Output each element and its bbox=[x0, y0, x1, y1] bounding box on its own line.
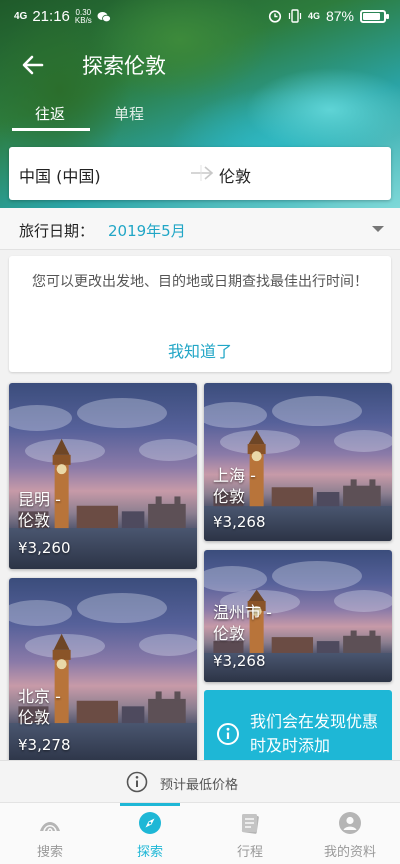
nav-label: 探索 bbox=[136, 845, 163, 860]
deal-price: ¥3,268 bbox=[213, 652, 266, 670]
skyline-shape bbox=[56, 464, 67, 475]
skyline-shape bbox=[343, 485, 381, 507]
nav-item-search[interactable]: 搜索 bbox=[0, 803, 100, 864]
skyline-shape bbox=[56, 659, 67, 670]
notify-card[interactable]: 我们会在发现优惠时及时添加 bbox=[204, 690, 392, 766]
profile-icon bbox=[339, 812, 361, 834]
deal-origin: 昆明 - bbox=[18, 490, 61, 509]
nav-item-profile[interactable]: 我的资料 bbox=[300, 803, 400, 864]
deal-card-wenzhou[interactable]: 温州市 - 伦敦 ¥3,268 bbox=[204, 550, 392, 682]
route-card: 中国 (中国) 伦敦 bbox=[9, 147, 391, 200]
deal-destination: 伦敦 bbox=[18, 511, 51, 530]
deal-destination: 伦敦 bbox=[18, 708, 51, 727]
skyline-shape bbox=[369, 479, 376, 488]
battery-fill bbox=[363, 12, 381, 20]
bottom-navigation: 搜索 探索 行程 我的资料 bbox=[0, 802, 400, 864]
destination-field[interactable]: 伦敦 bbox=[219, 163, 251, 187]
skyline-shape bbox=[251, 451, 262, 462]
trips-icon bbox=[241, 814, 259, 834]
status-bar: 4G 21:16 0.30 KB/s 4G 87% bbox=[0, 0, 400, 34]
skyline-shape bbox=[343, 635, 381, 653]
skyline-shape bbox=[53, 438, 70, 455]
info-icon bbox=[217, 723, 239, 745]
route-arrow-icon bbox=[191, 165, 214, 181]
got-it-button[interactable]: 我知道了 bbox=[9, 338, 391, 362]
travel-date-label: 旅行日期： bbox=[19, 222, 95, 240]
skyline-shape bbox=[76, 505, 119, 529]
skyline-shape bbox=[248, 430, 265, 445]
clock: 21:16 bbox=[32, 8, 70, 25]
deal-origin: 温州市 - bbox=[213, 603, 272, 622]
tip-card: 您可以更改出发地、目的地或日期查找最佳出行时间！ 我知道了 bbox=[9, 256, 391, 372]
deal-price: ¥3,278 bbox=[18, 736, 71, 754]
skyline-shape bbox=[350, 479, 357, 488]
deal-card-kunming[interactable]: 昆明 - 伦敦 ¥3,260 bbox=[9, 383, 197, 569]
skyline-shape bbox=[174, 496, 181, 506]
deal-route-label: 北京 - 伦敦 bbox=[18, 686, 61, 728]
battery-icon bbox=[360, 9, 389, 23]
skyline-shape bbox=[155, 691, 162, 701]
deal-price: ¥3,260 bbox=[18, 539, 71, 557]
deal-destination: 伦敦 bbox=[213, 624, 246, 643]
tab-roundtrip[interactable]: 往返 bbox=[35, 103, 65, 124]
skyline-shape bbox=[148, 503, 186, 529]
skyline-shape bbox=[52, 649, 71, 660]
deal-origin: 上海 - bbox=[213, 466, 256, 485]
skyline-shape bbox=[52, 454, 71, 465]
skyline-shape bbox=[155, 496, 162, 506]
battery-percent: 87% bbox=[325, 8, 354, 24]
compass-icon bbox=[139, 812, 161, 834]
skyline-shape bbox=[76, 700, 119, 724]
wechat-icon bbox=[97, 11, 111, 22]
skyline-shape bbox=[350, 630, 357, 638]
signal-indicator: 4G bbox=[14, 11, 28, 22]
skyline-shape bbox=[271, 487, 314, 507]
signal-indicator-right: 4G bbox=[307, 11, 320, 21]
skyline-shape bbox=[316, 641, 340, 653]
deal-origin: 北京 - bbox=[18, 687, 61, 706]
skyline-shape bbox=[174, 691, 181, 701]
deal-card-beijing[interactable]: 北京 - 伦敦 ¥3,278 bbox=[9, 578, 197, 764]
alarm-icon bbox=[268, 10, 282, 23]
back-button[interactable] bbox=[18, 50, 48, 80]
nav-item-trips[interactable]: 行程 bbox=[200, 803, 300, 864]
tab-one-way[interactable]: 单程 bbox=[114, 103, 144, 124]
deal-route-label: 昆明 - 伦敦 bbox=[18, 489, 61, 531]
status-bar-left: 4G 21:16 0.30 KB/s bbox=[14, 8, 111, 25]
travel-date-selector[interactable]: 旅行日期： 2019年5月 bbox=[0, 208, 400, 250]
skyline-shape bbox=[121, 511, 145, 529]
page-title: 探索伦敦 bbox=[82, 54, 166, 78]
network-speed: 0.30 KB/s bbox=[74, 8, 92, 25]
skyline-shape bbox=[369, 630, 376, 638]
nav-label: 搜索 bbox=[36, 845, 63, 860]
nav-label: 我的资料 bbox=[323, 845, 376, 860]
network-speed-unit: KB/s bbox=[74, 15, 92, 25]
skyline-shape bbox=[248, 589, 265, 602]
nav-label: 行程 bbox=[236, 845, 263, 860]
deal-card-shanghai[interactable]: 上海 - 伦敦 ¥3,268 bbox=[204, 383, 392, 541]
price-estimate-text: 预计最低价格 bbox=[160, 778, 239, 793]
price-estimate-bar: 预计最低价格 bbox=[0, 760, 400, 802]
origin-field[interactable]: 中国 (中国) bbox=[19, 163, 101, 187]
caret-down-icon bbox=[372, 226, 384, 232]
vibrate-icon bbox=[288, 9, 302, 23]
search-wifi-icon bbox=[40, 822, 60, 832]
status-bar-right: 4G 87% bbox=[268, 8, 389, 24]
deal-destination: 伦敦 bbox=[213, 487, 246, 506]
travel-date-value: 2019年5月 bbox=[108, 222, 186, 240]
deal-route-label: 上海 - 伦敦 bbox=[213, 465, 256, 507]
skyline-shape bbox=[148, 698, 186, 724]
notify-text: 我们会在发现优惠时及时添加 bbox=[250, 712, 379, 755]
tip-text: 您可以更改出发地、目的地或日期查找最佳出行时间！ bbox=[32, 274, 368, 290]
skyline-shape bbox=[271, 637, 314, 653]
deal-route-label: 温州市 - 伦敦 bbox=[213, 602, 272, 644]
nav-item-explore[interactable]: 探索 bbox=[100, 803, 200, 864]
arrow-left-icon bbox=[22, 55, 44, 75]
skyline-shape bbox=[316, 492, 340, 507]
skyline-shape bbox=[53, 633, 70, 650]
skyline-shape bbox=[121, 706, 145, 724]
active-tab-indicator bbox=[12, 128, 90, 131]
info-icon bbox=[126, 771, 148, 793]
deal-price: ¥3,268 bbox=[213, 513, 266, 531]
